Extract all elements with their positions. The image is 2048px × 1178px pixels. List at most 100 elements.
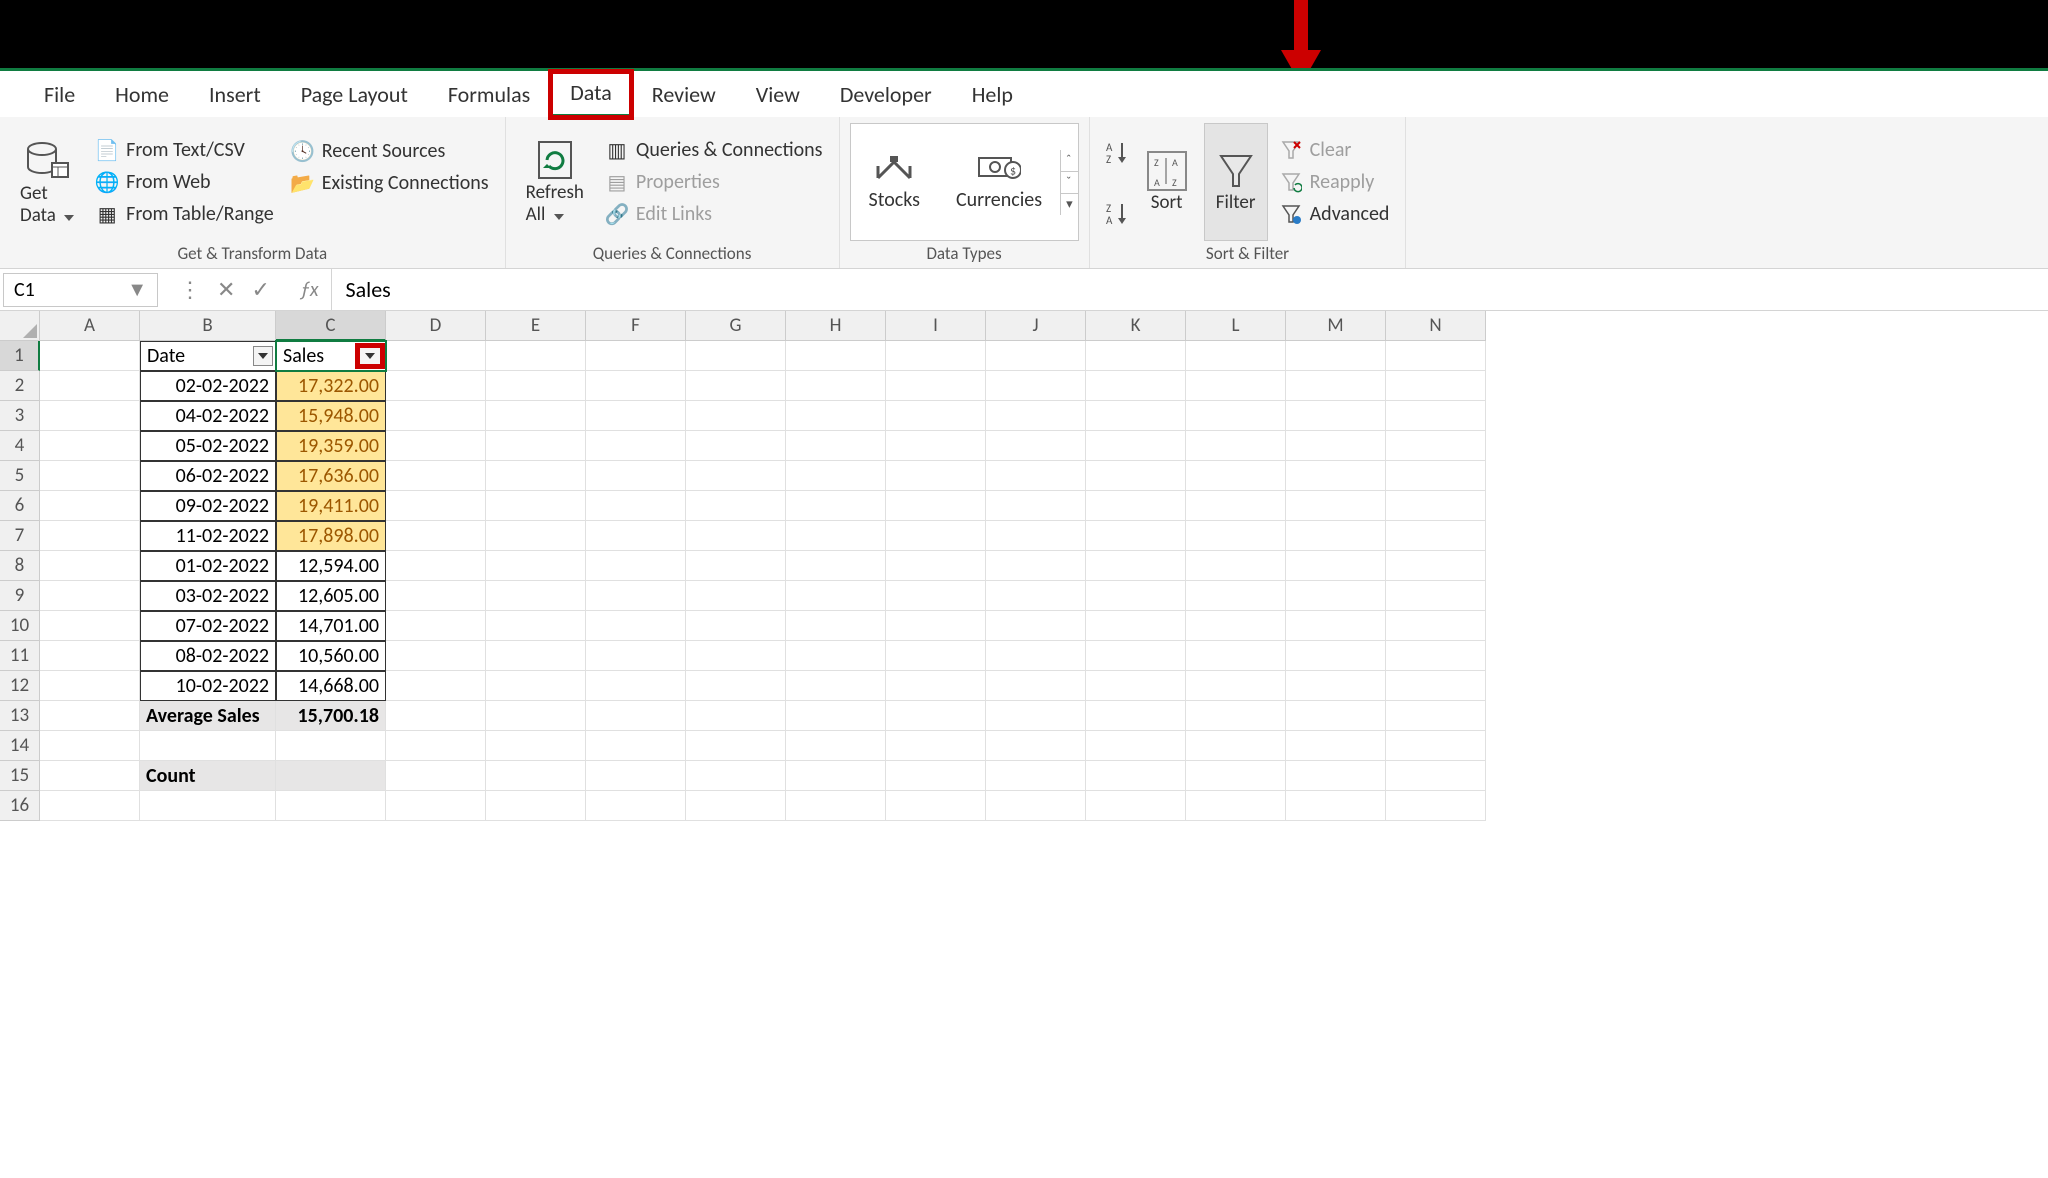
from-table-range-button[interactable]: ▦From Table/Range (90, 200, 280, 228)
col-G[interactable]: G (686, 311, 786, 341)
cell[interactable] (986, 551, 1086, 581)
row-8[interactable]: 8 (0, 551, 40, 581)
cell[interactable] (1186, 521, 1286, 551)
cell[interactable] (586, 401, 686, 431)
cell[interactable] (886, 761, 986, 791)
cell[interactable] (686, 701, 786, 731)
row-13[interactable]: 13 (0, 701, 40, 731)
cell[interactable] (586, 371, 686, 401)
cell[interactable] (1186, 461, 1286, 491)
col-N[interactable]: N (1386, 311, 1486, 341)
cell[interactable] (986, 641, 1086, 671)
cell[interactable] (686, 581, 786, 611)
cell-sales[interactable]: 19,411.00 (276, 491, 386, 521)
col-H[interactable]: H (786, 311, 886, 341)
data-types-down[interactable]: ˇ (1061, 172, 1078, 194)
cell[interactable] (686, 761, 786, 791)
cell[interactable] (1286, 701, 1386, 731)
cell[interactable] (40, 671, 140, 701)
cell-date[interactable]: 02-02-2022 (140, 371, 276, 401)
cell[interactable] (1086, 431, 1186, 461)
cell[interactable] (1286, 611, 1386, 641)
cell-sales[interactable]: 17,322.00 (276, 371, 386, 401)
tab-file[interactable]: File (24, 73, 95, 116)
cell[interactable] (586, 461, 686, 491)
cell[interactable] (486, 761, 586, 791)
cell-sales[interactable]: 17,898.00 (276, 521, 386, 551)
filter-dropdown-date[interactable] (253, 346, 273, 366)
cell-sales[interactable]: 12,605.00 (276, 581, 386, 611)
cell[interactable] (786, 431, 886, 461)
col-J[interactable]: J (986, 311, 1086, 341)
cell[interactable] (1386, 761, 1486, 791)
data-types-more[interactable]: ▾ (1061, 194, 1078, 215)
cell-average-value[interactable]: 15,700.18 (276, 701, 386, 731)
cell[interactable] (386, 371, 486, 401)
cell[interactable] (786, 611, 886, 641)
cell[interactable] (786, 491, 886, 521)
cell[interactable] (40, 791, 140, 821)
cell[interactable] (1286, 671, 1386, 701)
col-A[interactable]: A (40, 311, 140, 341)
cell[interactable] (386, 761, 486, 791)
cell-date[interactable]: 08-02-2022 (140, 641, 276, 671)
filter-button[interactable]: Filter (1204, 123, 1268, 241)
cell[interactable] (386, 731, 486, 761)
cell-count-value[interactable] (276, 761, 386, 791)
cell-sales[interactable]: 14,701.00 (276, 611, 386, 641)
cell[interactable] (886, 581, 986, 611)
cell[interactable] (786, 341, 886, 371)
row-1[interactable]: 1 (0, 341, 40, 371)
cell[interactable] (686, 551, 786, 581)
cell[interactable] (986, 611, 1086, 641)
cell[interactable] (40, 431, 140, 461)
cell[interactable] (986, 401, 1086, 431)
cell[interactable] (986, 701, 1086, 731)
cell[interactable] (986, 671, 1086, 701)
row-11[interactable]: 11 (0, 641, 40, 671)
row-4[interactable]: 4 (0, 431, 40, 461)
cell[interactable] (686, 491, 786, 521)
cell[interactable] (386, 341, 486, 371)
cell-sales[interactable]: 10,560.00 (276, 641, 386, 671)
cell-A1[interactable] (40, 341, 140, 371)
cell[interactable] (386, 791, 486, 821)
cell-date[interactable]: 10-02-2022 (140, 671, 276, 701)
cell-C1-sales-header[interactable]: Sales (276, 341, 386, 371)
cell[interactable] (1286, 761, 1386, 791)
cell[interactable] (586, 551, 686, 581)
row-2[interactable]: 2 (0, 371, 40, 401)
sort-asc-button[interactable]: AZ (1100, 139, 1130, 165)
data-type-stocks[interactable]: Stocks (851, 140, 938, 224)
cell[interactable] (1286, 401, 1386, 431)
cell[interactable] (386, 491, 486, 521)
select-all-cell[interactable] (0, 311, 40, 341)
cell[interactable] (786, 731, 886, 761)
cell-sales[interactable]: 15,948.00 (276, 401, 386, 431)
cell[interactable] (1386, 641, 1486, 671)
col-D[interactable]: D (386, 311, 486, 341)
cell[interactable] (1386, 431, 1486, 461)
cell[interactable] (386, 461, 486, 491)
cell[interactable] (1186, 581, 1286, 611)
formula-accept-icon[interactable]: ✓ (251, 276, 269, 303)
cell[interactable] (686, 401, 786, 431)
cell[interactable] (40, 491, 140, 521)
cell[interactable] (1186, 401, 1286, 431)
cell[interactable] (586, 641, 686, 671)
cell[interactable] (886, 491, 986, 521)
tab-data[interactable]: Data (550, 71, 632, 118)
cell[interactable] (486, 581, 586, 611)
from-text-csv-button[interactable]: 📄From Text/CSV (90, 136, 280, 164)
cell[interactable] (886, 431, 986, 461)
cell[interactable] (1186, 611, 1286, 641)
cell[interactable] (1286, 581, 1386, 611)
cell[interactable] (40, 761, 140, 791)
cell[interactable] (276, 791, 386, 821)
clear-filter-button[interactable]: Clear (1274, 136, 1396, 164)
tab-review[interactable]: Review (632, 73, 736, 116)
cell[interactable] (886, 731, 986, 761)
row-6[interactable]: 6 (0, 491, 40, 521)
cell-sales[interactable]: 19,359.00 (276, 431, 386, 461)
cell[interactable] (1186, 671, 1286, 701)
